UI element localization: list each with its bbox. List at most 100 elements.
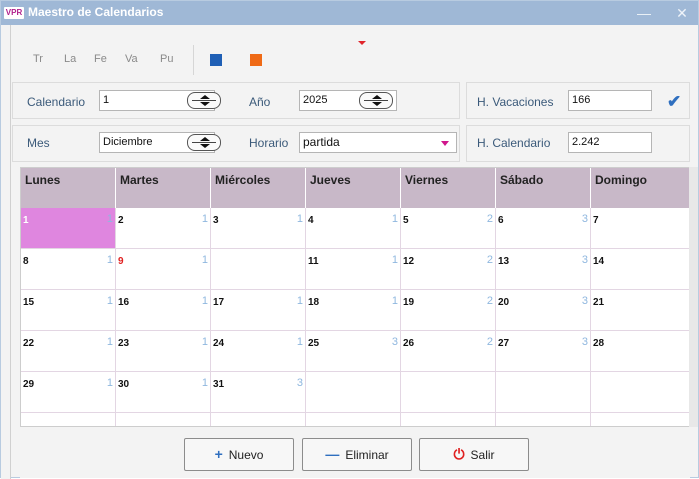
close-button[interactable]: ✕ [670, 1, 694, 25]
day-count: 1 [106, 295, 113, 307]
calendar-day-cell[interactable]: 29 1 [21, 372, 116, 413]
calendar-day-cell[interactable]: 16 1 [116, 290, 211, 331]
window-title: Maestro de Calendarios [28, 5, 164, 19]
calendar-day-cell[interactable]: 25 3 [306, 331, 401, 372]
calendar-day-cell[interactable] [401, 413, 496, 426]
nav-day-fe[interactable]: Fe [94, 53, 107, 65]
day-count: 3 [581, 213, 588, 225]
mes-spinner[interactable] [187, 134, 221, 151]
day-number: 21 [593, 297, 605, 308]
calendar-day-cell[interactable] [211, 249, 306, 290]
header-sabado: Sábado [496, 168, 591, 208]
calendar-day-cell[interactable]: 7 [591, 208, 689, 249]
minus-icon: — [325, 446, 340, 462]
day-count: 1 [296, 336, 303, 348]
vacaciones-label: H. Vacaciones [477, 95, 554, 109]
day-number: 17 [213, 297, 225, 308]
power-icon: ⏻ [453, 446, 465, 462]
calendar-day-cell[interactable]: 20 3 [496, 290, 591, 331]
calendar-day-cell[interactable]: 52 [401, 208, 496, 249]
calendar-day-cell[interactable]: 24 1 [211, 331, 306, 372]
day-number: 24 [213, 338, 225, 349]
day-count: 3 [391, 336, 398, 348]
calendar-day-cell[interactable]: 23 1 [116, 331, 211, 372]
vacaciones-input[interactable]: 166 [568, 90, 652, 111]
nuevo-button[interactable]: + Nuevo [184, 438, 294, 471]
calendar-day-cell[interactable]: 27 3 [496, 331, 591, 372]
day-number: 1 [23, 215, 29, 226]
calendar-day-cell[interactable]: 26 2 [401, 331, 496, 372]
day-count: 2 [486, 295, 493, 307]
calendar-day-cell[interactable]: 13 3 [496, 249, 591, 290]
day-count: 1 [201, 295, 208, 307]
calendar-day-cell[interactable]: 11 1 [306, 249, 401, 290]
minimize-button[interactable]: — [632, 1, 656, 25]
nav-day-va[interactable]: Va [125, 53, 138, 65]
calendar-day-cell[interactable]: 12 2 [401, 249, 496, 290]
nav-day-la[interactable]: La [64, 53, 76, 65]
day-count: 2 [486, 336, 493, 348]
calendar-day-cell[interactable]: 41 [306, 208, 401, 249]
day-count: 1 [296, 295, 303, 307]
day-number: 19 [403, 297, 415, 308]
calendar-day-cell[interactable]: 11 [21, 208, 116, 249]
eliminar-button[interactable]: — Eliminar [302, 438, 412, 471]
salir-button[interactable]: ⏻ Salir [419, 438, 529, 471]
calendar-day-cell[interactable]: 21 [116, 208, 211, 249]
calendario-spinner[interactable] [187, 92, 221, 109]
vertical-scrollbar[interactable] [689, 167, 698, 427]
nuevo-label: Nuevo [228, 448, 264, 462]
header-lunes: Lunes [21, 168, 116, 208]
dropdown-arrow-icon[interactable] [441, 141, 449, 146]
check-icon[interactable]: ✔ [667, 92, 681, 112]
calendar-day-cell[interactable]: 31 3 [211, 372, 306, 413]
toolbar: Tr La Fe Va Pu [12, 38, 698, 75]
blue-square-icon[interactable] [210, 54, 222, 66]
calendar-day-cell[interactable] [401, 372, 496, 413]
day-number: 20 [498, 297, 510, 308]
calendar-day-cell[interactable] [496, 413, 591, 426]
day-number: 18 [308, 297, 320, 308]
calendar-day-cell[interactable] [591, 413, 689, 426]
calendar-day-cell[interactable] [211, 413, 306, 426]
horario-select[interactable]: partida [299, 132, 457, 153]
day-number: 28 [593, 338, 605, 349]
calendar-day-cell[interactable] [591, 372, 689, 413]
calendar-day-cell[interactable] [116, 413, 211, 426]
calendar-day-cell[interactable]: 18 1 [306, 290, 401, 331]
anio-label: Año [249, 95, 271, 109]
nav-day-tr[interactable]: Tr [33, 53, 43, 65]
anio-spinner[interactable] [359, 92, 393, 109]
calendar-day-cell[interactable]: 28 [591, 331, 689, 372]
day-count: 3 [581, 336, 588, 348]
header-viernes: Viernes [401, 168, 496, 208]
h-calendario-input: 2.242 [568, 132, 652, 153]
calendar-day-cell[interactable]: 63 [496, 208, 591, 249]
left-edge [1, 25, 11, 479]
calendar-day-cell[interactable] [306, 372, 401, 413]
calendar-day-cell[interactable]: 81 [21, 249, 116, 290]
title-bar[interactable]: VPR Maestro de Calendarios — ✕ [1, 1, 698, 25]
calendar-day-cell[interactable]: 14 [591, 249, 689, 290]
day-number: 3 [213, 215, 219, 226]
calendar-day-cell[interactable] [306, 413, 401, 426]
calendar-day-cell[interactable]: 31 [211, 208, 306, 249]
orange-square-icon[interactable] [250, 54, 262, 66]
calendar-day-cell[interactable]: 21 [591, 290, 689, 331]
day-number: 12 [403, 256, 415, 267]
day-number: 8 [23, 256, 29, 267]
calendar-day-cell[interactable]: 19 2 [401, 290, 496, 331]
mes-label: Mes [27, 136, 50, 150]
calendar-header-row: Lunes Martes Miércoles Jueves Viernes Sá… [21, 168, 689, 208]
calendar-day-cell[interactable]: 22 1 [21, 331, 116, 372]
calendar-day-cell[interactable]: 17 1 [211, 290, 306, 331]
calendar-day-cell[interactable] [496, 372, 591, 413]
calendar-day-cell[interactable] [21, 413, 116, 426]
calendar-day-cell[interactable]: 30 1 [116, 372, 211, 413]
day-number: 31 [213, 379, 225, 390]
day-number: 6 [498, 215, 504, 226]
nav-day-pu[interactable]: Pu [160, 53, 173, 65]
calendar-day-cell[interactable]: 15 1 [21, 290, 116, 331]
header-miercoles: Miércoles [211, 168, 306, 208]
calendar-day-cell[interactable]: 91 [116, 249, 211, 290]
